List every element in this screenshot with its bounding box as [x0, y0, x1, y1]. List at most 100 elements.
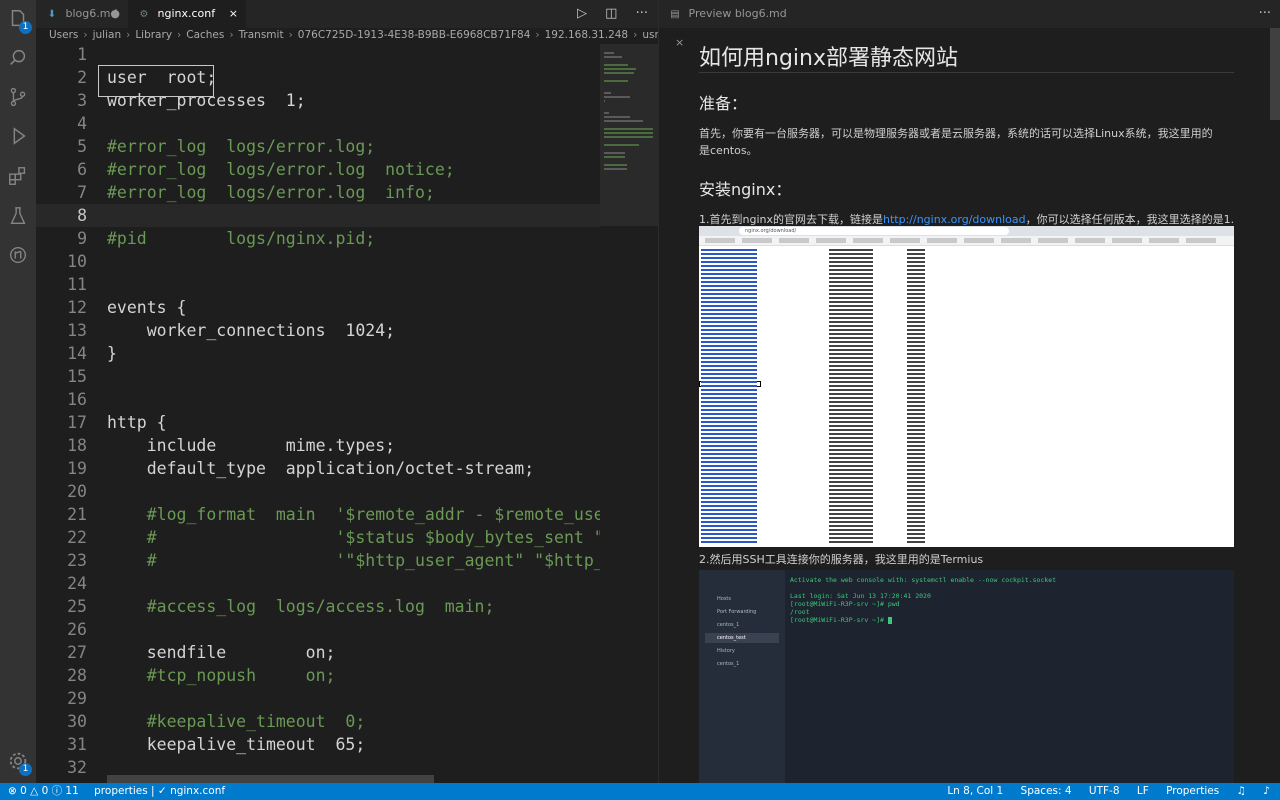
indentation[interactable]: Spaces: 4: [1021, 783, 1072, 800]
listing-link: [701, 525, 757, 527]
listing-size: [907, 353, 925, 355]
code-line[interactable]: 4: [36, 112, 600, 135]
notifications-bell-icon[interactable]: ♪: [1263, 783, 1270, 800]
breadcrumb-item[interactable]: usr: [642, 29, 658, 41]
listing-link: [701, 477, 757, 479]
listing-link: [701, 377, 757, 379]
code-line[interactable]: 27 sendfile on;: [36, 641, 600, 664]
cursor-position[interactable]: Ln 8, Col 1: [947, 783, 1003, 800]
more-actions-icon[interactable]: ···: [636, 6, 648, 21]
listing-date: [829, 305, 873, 307]
bookmark-item: [1038, 238, 1068, 243]
terminal-line: [root@MiWiFi-R3P-srv ~]# pwd: [790, 600, 900, 608]
encoding[interactable]: UTF-8: [1089, 783, 1120, 800]
close-icon[interactable]: ×: [675, 36, 684, 49]
code-line[interactable]: 23 # '"$http_user_agent" "$http_x_fo: [36, 549, 600, 572]
code-line[interactable]: 13 worker_connections 1024;: [36, 319, 600, 342]
code-editor[interactable]: 32 31 keepalive_timeout 65; 30 #keepalive_…: [36, 44, 600, 783]
testing-flask-icon[interactable]: [7, 205, 29, 227]
listing-link: [701, 285, 757, 287]
language-status[interactable]: properties | ✓ nginx.conf: [94, 783, 225, 800]
settings-gear-icon[interactable]: 1: [7, 750, 32, 776]
problems-indicator[interactable]: ⊗ 0 △ 0 ⓘ 11: [8, 783, 79, 800]
feedback-icon[interactable]: ♫: [1237, 783, 1246, 800]
code-line[interactable]: 16: [36, 388, 600, 411]
listing-link: [701, 429, 757, 431]
listing-date: [829, 417, 873, 419]
code-line[interactable]: 12 events {: [36, 296, 600, 319]
tab-blog6-md[interactable]: ⬇ blog6.md ●: [36, 0, 128, 28]
code-line[interactable]: 7 #error_log logs/error.log info;: [36, 181, 600, 204]
breadcrumb-item[interactable]: julian: [93, 29, 122, 41]
listing-size: [907, 357, 925, 359]
run-icon[interactable]: ▷: [577, 6, 587, 21]
code-line[interactable]: 17 http {: [36, 411, 600, 434]
minimap-line: [604, 92, 612, 94]
breadcrumb-item[interactable]: 076C725D-1913-4E38-B9BB-E6968CB71F84: [298, 29, 531, 41]
more-actions-icon[interactable]: ···: [1259, 6, 1271, 21]
code-line[interactable]: 20: [36, 480, 600, 503]
activity-bar: 1 1: [0, 0, 36, 783]
code-line[interactable]: 30 #keepalive_timeout 0;: [36, 710, 600, 733]
listing-link: [701, 301, 757, 303]
code-line[interactable]: 21 #log_format main '$remote_addr - $rem…: [36, 503, 600, 526]
listing-link: [701, 361, 757, 363]
code-line[interactable]: 19 default_type application/octet-stream…: [36, 457, 600, 480]
unsaved-dot-icon[interactable]: ●: [110, 0, 120, 28]
listing-date: [829, 473, 873, 475]
listing-link: [701, 293, 757, 295]
language-mode[interactable]: Properties: [1166, 783, 1219, 800]
listing-date: [829, 365, 873, 367]
code-line[interactable]: 25 #access_log logs/access.log main;: [36, 595, 600, 618]
end-of-line[interactable]: LF: [1137, 783, 1149, 800]
code-line[interactable]: 6 #error_log logs/error.log notice;: [36, 158, 600, 181]
code-line[interactable]: 15: [36, 365, 600, 388]
line-number: 16: [67, 390, 87, 409]
bookmark-item: [1186, 238, 1216, 243]
code-line[interactable]: 26: [36, 618, 600, 641]
horizontal-scrollbar[interactable]: [107, 775, 434, 783]
code-line[interactable]: 9 #pid logs/nginx.pid;: [36, 227, 600, 250]
remote-explorer-icon[interactable]: [7, 244, 29, 266]
code-line[interactable]: 8: [36, 204, 600, 227]
listing-size: [907, 277, 925, 279]
breadcrumb-item[interactable]: Users: [49, 29, 78, 41]
close-icon[interactable]: ×: [229, 0, 238, 28]
preview-scrollbar[interactable]: [1270, 28, 1280, 120]
code-line[interactable]: 1: [36, 44, 600, 66]
code-line[interactable]: 22 # '$status $body_bytes_sent "$htt: [36, 526, 600, 549]
bookmark-item: [1001, 238, 1031, 243]
tab-nginx-conf[interactable]: ⚙ nginx.conf ×: [128, 0, 246, 28]
extensions-icon[interactable]: [7, 165, 29, 187]
search-icon[interactable]: [7, 47, 29, 69]
download-link[interactable]: http://nginx.org/download: [883, 213, 1026, 226]
listing-date: [829, 253, 873, 255]
code-line[interactable]: 5 #error_log logs/error.log;: [36, 135, 600, 158]
explorer-icon[interactable]: 1: [7, 8, 32, 34]
code-line[interactable]: 28 #tcp_nopush on;: [36, 664, 600, 687]
code-line[interactable]: 10: [36, 250, 600, 273]
code-line[interactable]: 31 keepalive_timeout 65;: [36, 733, 600, 756]
breadcrumb-item[interactable]: Caches: [186, 29, 224, 41]
code-line[interactable]: 29: [36, 687, 600, 710]
source-control-icon[interactable]: [7, 86, 29, 108]
listing-date: [829, 325, 873, 327]
code-line[interactable]: 24: [36, 572, 600, 595]
line-text: include mime.types;: [107, 436, 396, 455]
breadcrumb-item[interactable]: Transmit: [239, 29, 284, 41]
code-line[interactable]: 11: [36, 273, 600, 296]
listing-link: [701, 253, 757, 255]
split-editor-icon[interactable]: ◫: [605, 6, 617, 21]
code-line[interactable]: 14}: [36, 342, 600, 365]
breadcrumb-item[interactable]: 192.168.31.248: [545, 29, 629, 41]
listing-date: [829, 465, 873, 467]
breadcrumb-item[interactable]: Library: [135, 29, 172, 41]
code-line[interactable]: 18 include mime.types;: [36, 434, 600, 457]
minimap[interactable]: [600, 44, 658, 783]
tab-preview-blog6[interactable]: ▤ Preview blog6.md ×: [659, 0, 799, 49]
tab-label: nginx.conf: [157, 7, 216, 20]
listing-link: [701, 389, 757, 391]
listing-size: [907, 509, 925, 511]
run-debug-icon[interactable]: [7, 125, 29, 147]
listing-size: [907, 465, 925, 467]
